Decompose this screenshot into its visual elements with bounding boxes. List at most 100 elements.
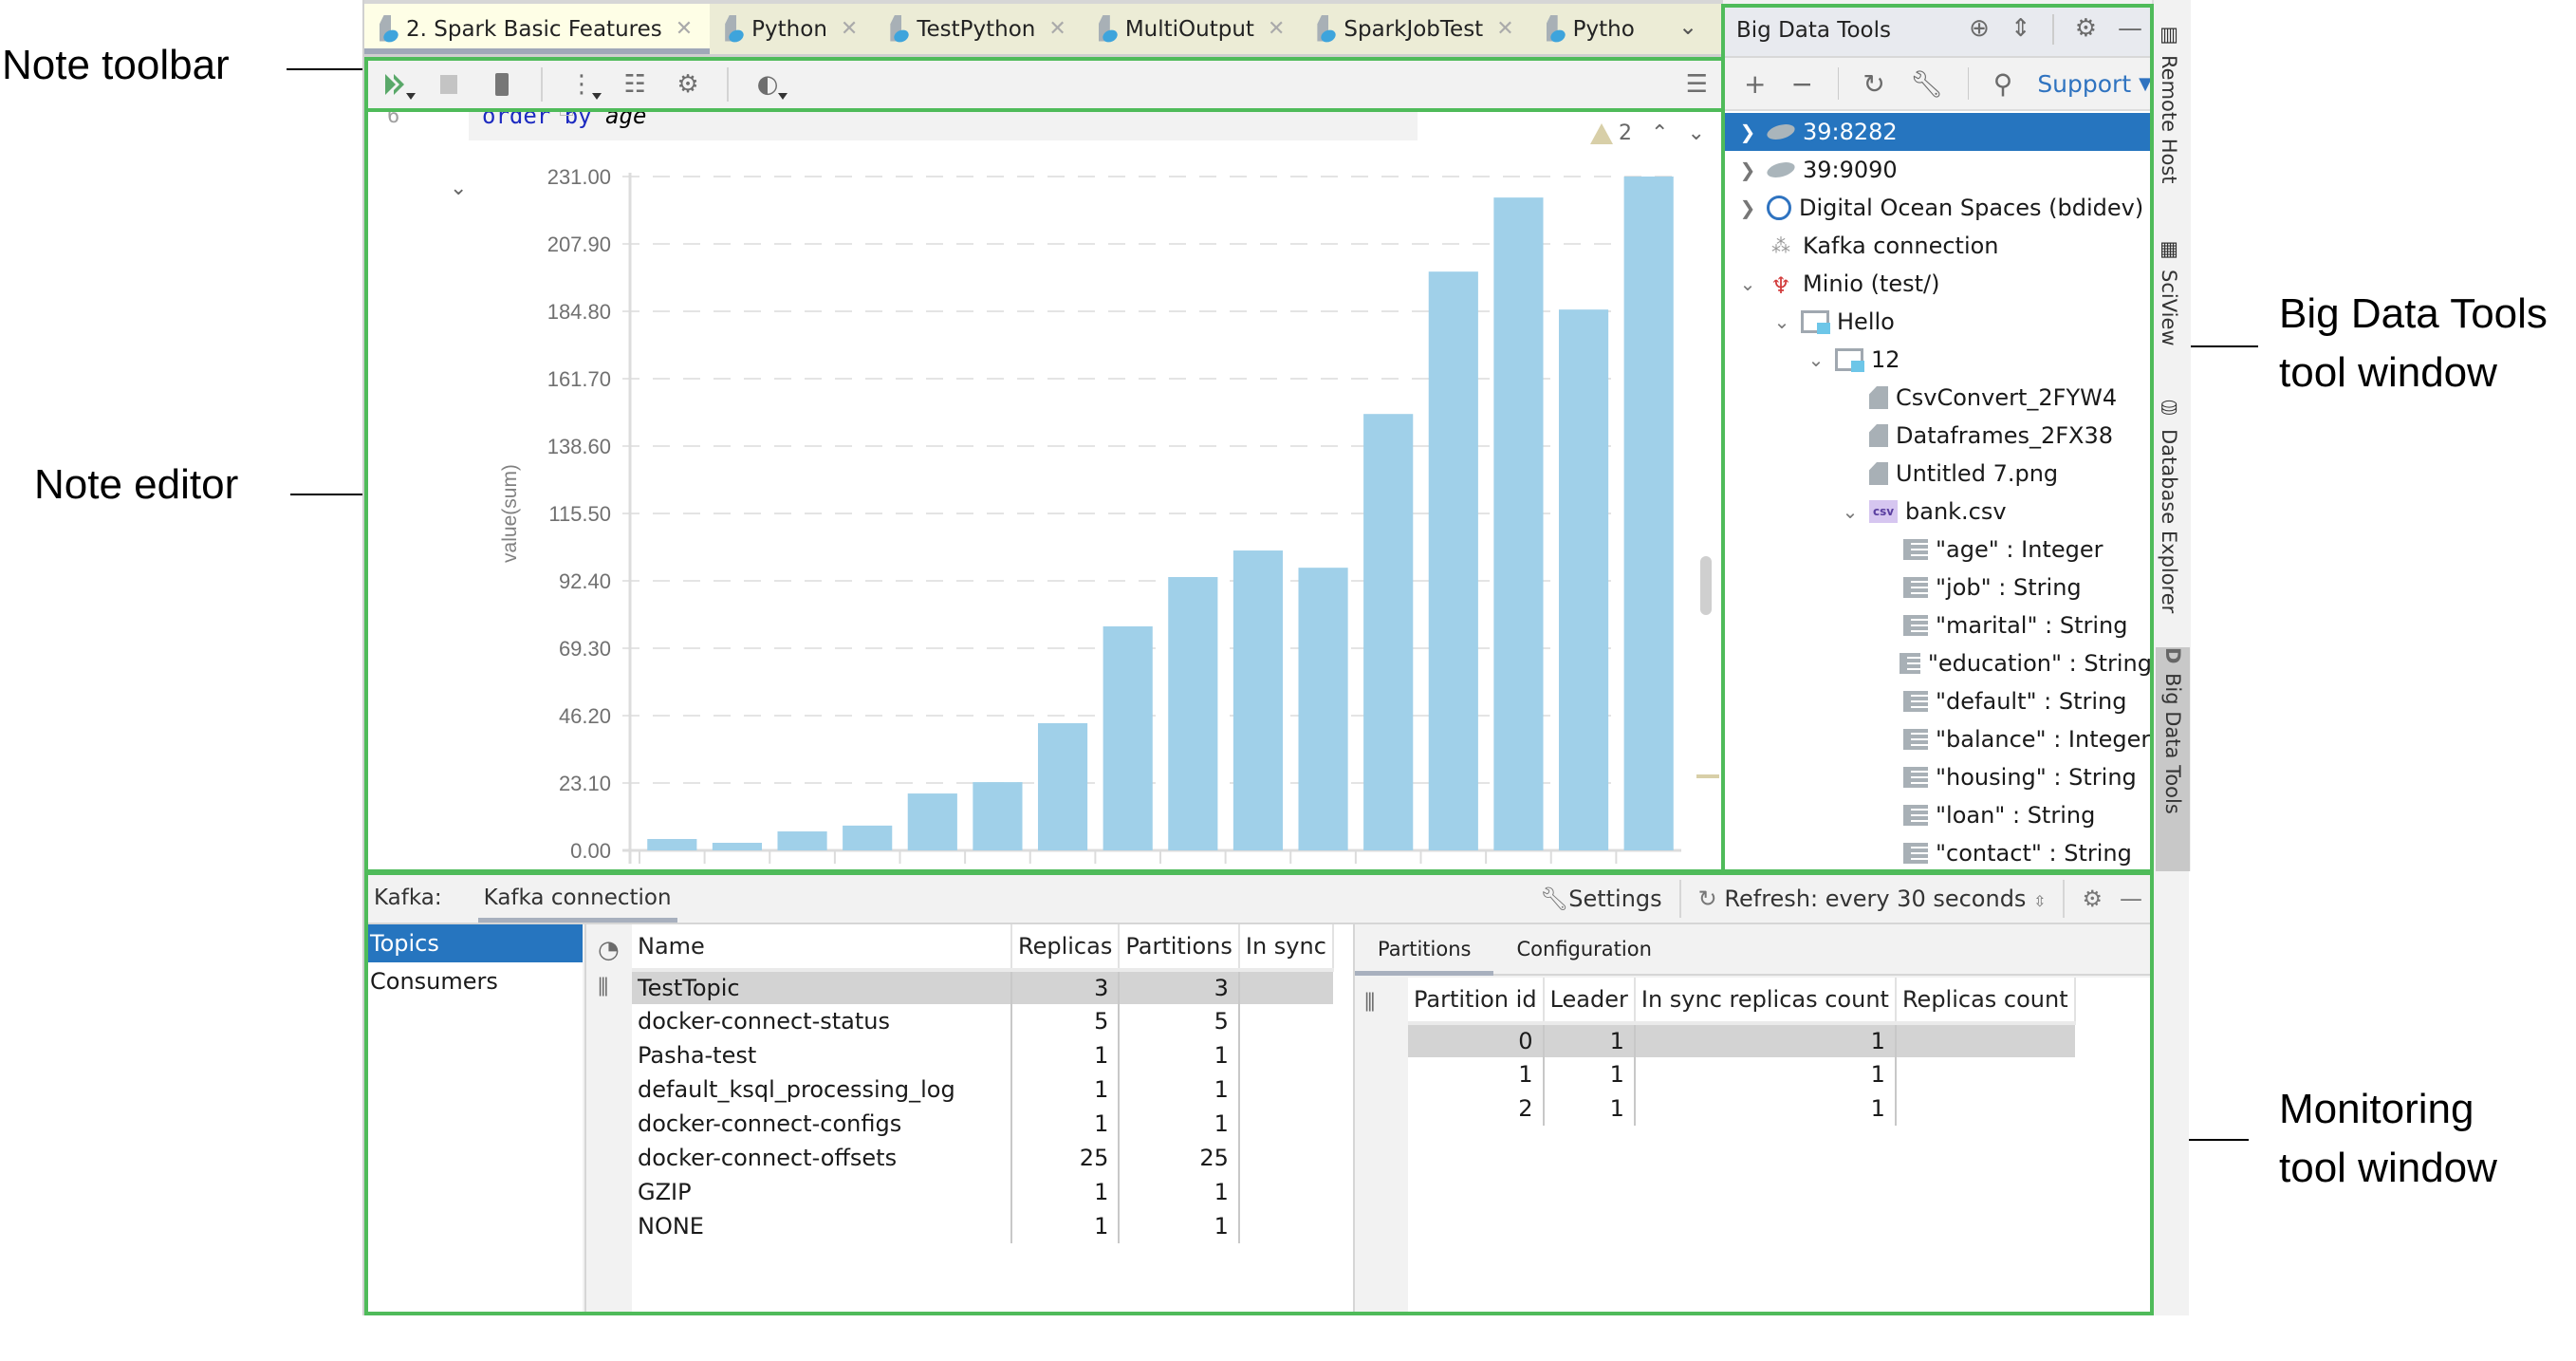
- table-row[interactable]: Pasha-test 1 1: [632, 1038, 1333, 1072]
- gear-icon[interactable]: ⚙: [2075, 14, 2097, 45]
- close-icon[interactable]: ✕: [1496, 17, 1513, 41]
- chevron-down-icon[interactable]: ⌄: [1841, 500, 1860, 523]
- tree-node[interactable]: ❯ 39:9090: [1725, 151, 2152, 189]
- tab-python[interactable]: Python ✕: [710, 4, 875, 54]
- table-row[interactable]: 211: [1408, 1091, 2075, 1126]
- column-header[interactable]: In sync replicas count: [1634, 978, 1897, 1025]
- table-row[interactable]: 011: [1408, 1023, 2075, 1057]
- locate-icon[interactable]: ⊕: [1969, 14, 1990, 45]
- table-row[interactable]: docker-connect-offsets 25 25: [632, 1141, 1333, 1175]
- tree-node[interactable]: "contact" : String: [1725, 834, 2152, 871]
- tab-kafka-connection[interactable]: Kafka connection: [477, 873, 677, 923]
- tree-node[interactable]: "default" : String: [1725, 682, 2152, 720]
- support-dropdown[interactable]: Support ▼: [2037, 70, 2152, 98]
- column-header[interactable]: Partition id: [1408, 978, 1545, 1025]
- tree-node[interactable]: ⌄ 12: [1725, 341, 2152, 379]
- close-icon[interactable]: ✕: [676, 17, 693, 41]
- table-row[interactable]: GZIP 1 1: [632, 1175, 1333, 1209]
- table-row[interactable]: docker-connect-configs 1 1: [632, 1107, 1333, 1141]
- tree-node[interactable]: ❯ Digital Ocean Spaces (bdidev): [1725, 189, 2152, 227]
- tool-button-sciview[interactable]: ▦ SciView: [2158, 237, 2180, 346]
- ide-window: 2. Spark Basic Features ✕ Python ✕ TestPytho…: [362, 0, 2191, 1315]
- tool-button-remote-host[interactable]: ▥ Remote Host: [2158, 23, 2180, 184]
- warning-stripe-marker[interactable]: [1696, 774, 1719, 778]
- tree-node[interactable]: "age" : Integer: [1725, 531, 2152, 569]
- tree-node[interactable]: "housing" : String: [1725, 758, 2152, 796]
- tab-configuration[interactable]: Configuration: [1493, 924, 1674, 974]
- stop-icon[interactable]: [435, 69, 463, 100]
- tool-button-big-data-tools[interactable]: D Big Data Tools: [2156, 647, 2190, 871]
- search-icon[interactable]: ⚲: [1993, 68, 2013, 100]
- table-row[interactable]: default_ksql_processing_log 1 1: [632, 1072, 1333, 1107]
- refresh-icon[interactable]: ↻: [1863, 68, 1884, 100]
- close-icon[interactable]: ✕: [1268, 17, 1285, 41]
- close-icon[interactable]: ✕: [1048, 17, 1066, 41]
- side-item-topics[interactable]: Topics: [364, 924, 583, 962]
- column-header[interactable]: In sync: [1238, 924, 1334, 972]
- column-header[interactable]: Name: [632, 924, 1012, 972]
- chevron-right-icon[interactable]: ❯: [1738, 196, 1757, 219]
- column-header[interactable]: Leader: [1543, 978, 1636, 1025]
- chevron-right-icon[interactable]: ❯: [1738, 121, 1757, 143]
- column-header[interactable]: Partitions: [1119, 924, 1240, 972]
- tool-button-label: Remote Host: [2158, 55, 2180, 184]
- tab-2-spark-basic-features[interactable]: 2. Spark Basic Features ✕: [364, 4, 711, 54]
- tree-node[interactable]: Dataframes_2FX38: [1725, 417, 2152, 455]
- table-row[interactable]: NONE 1 1: [632, 1209, 1333, 1243]
- tab-pytho[interactable]: Pytho: [1531, 4, 1652, 54]
- gear-icon[interactable]: ⚙: [2082, 886, 2103, 912]
- chevron-down-icon[interactable]: ⌄: [1807, 348, 1825, 371]
- side-item-consumers[interactable]: Consumers: [364, 962, 583, 1000]
- tab-sparkjobtest[interactable]: SparkJobTest ✕: [1302, 4, 1530, 54]
- editor-scrollbar[interactable]: [1700, 556, 1712, 615]
- topic-info-icon[interactable]: ◔: [598, 936, 620, 964]
- remove-icon[interactable]: −: [1790, 68, 1812, 100]
- columns-icon[interactable]: ⦀: [598, 974, 608, 1003]
- tree-node[interactable]: ❯ 39:8282: [1725, 113, 2152, 151]
- tree-node[interactable]: "education" : String: [1725, 644, 2152, 682]
- column-header[interactable]: Replicas count: [1895, 978, 2076, 1025]
- tree-node[interactable]: Untitled 7.png: [1725, 455, 2152, 493]
- minimize-icon[interactable]: —: [2120, 886, 2142, 912]
- tool-button-database-explorer[interactable]: ⛁ Database Explorer: [2158, 397, 2180, 613]
- tree-node[interactable]: "job" : String: [1725, 569, 2152, 606]
- collapse-all-icon[interactable]: ⇕: [2011, 14, 2031, 45]
- table-row[interactable]: TestTopic 3 3: [632, 970, 1333, 1004]
- trash-icon[interactable]: [488, 69, 516, 100]
- close-icon[interactable]: ✕: [841, 17, 858, 41]
- tab-multioutput[interactable]: MultiOutput ✕: [1084, 4, 1303, 54]
- chevron-right-icon[interactable]: ❯: [1738, 158, 1757, 181]
- wrench-icon[interactable]: 🔧︎: [1910, 68, 1944, 100]
- more-vertical-icon[interactable]: ⋮: [567, 69, 602, 100]
- table-row[interactable]: docker-connect-status 5 5: [632, 1004, 1333, 1038]
- chevron-down-icon[interactable]: ⌄: [1738, 272, 1757, 295]
- tab-testpython[interactable]: TestPython ✕: [875, 4, 1083, 54]
- tree-node[interactable]: ⌄ Hello: [1725, 303, 2152, 341]
- column-header[interactable]: Replicas: [1011, 924, 1121, 972]
- tree-node[interactable]: "loan" : String: [1725, 796, 2152, 834]
- annotation-monitoring: Monitoring tool window: [2279, 1080, 2497, 1197]
- tree-node[interactable]: ⌄ ♆ Minio (test/): [1725, 265, 2152, 303]
- notebook-file-icon: [1545, 15, 1566, 44]
- tree-node[interactable]: CsvConvert_2FYW4: [1725, 379, 2152, 417]
- tab-partitions[interactable]: Partitions: [1355, 924, 1494, 976]
- tree-node[interactable]: ⌄ csv bank.csv: [1725, 493, 2152, 531]
- table-row[interactable]: 111: [1408, 1057, 2075, 1091]
- settings-button[interactable]: 🔧︎Settings: [1540, 886, 1662, 912]
- tree-node[interactable]: "marital" : String: [1725, 606, 2152, 644]
- folder-icon: [1835, 348, 1864, 372]
- tree-node[interactable]: ⁂ Kafka connection: [1725, 227, 2152, 265]
- outline-icon[interactable]: ☰: [1686, 70, 1708, 99]
- chevron-down-icon[interactable]: ⌄: [1772, 310, 1791, 333]
- tree-node[interactable]: "balance" : Integer: [1725, 720, 2152, 758]
- gear-icon[interactable]: ⚙: [674, 69, 702, 100]
- tabs-overflow-chevron-icon[interactable]: ⌄: [1678, 13, 1697, 40]
- add-icon[interactable]: +: [1744, 68, 1766, 100]
- y-tick-label: 207.90: [547, 233, 611, 256]
- minimize-icon[interactable]: —: [2118, 14, 2142, 45]
- run-all-icon[interactable]: [381, 69, 416, 100]
- globe-icon[interactable]: ◐: [753, 69, 788, 100]
- columns-icon[interactable]: ⦀: [1364, 989, 1375, 1018]
- sliders-icon[interactable]: ☷: [621, 69, 649, 100]
- refresh-dropdown[interactable]: ↻ Refresh: every 30 seconds ⇳: [1698, 886, 2047, 912]
